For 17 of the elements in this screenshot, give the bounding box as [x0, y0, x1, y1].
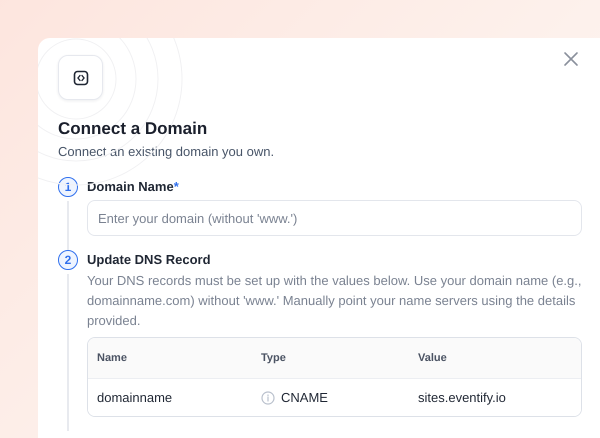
info-icon: [261, 390, 275, 404]
step-number: 2: [58, 250, 78, 270]
table-cell: domainname: [97, 390, 172, 405]
column-header: Type: [260, 352, 287, 364]
table-cell: sites.eventify.io: [418, 390, 506, 405]
domain-input-field[interactable]: Enter your domain (without 'www.'): [87, 200, 582, 236]
dialog-subtitle: Connect an existing domain you own.: [58, 143, 276, 160]
dialog-title: Connect a Domain: [58, 118, 208, 140]
close-icon: [562, 50, 580, 68]
step-title: Domain Name*: [87, 178, 180, 196]
step-description: Your DNS records must be set up with the values below. Use your domain name (e.g., domainname.com) without 'www.' Manually point your name servers using the details provided.: [87, 272, 582, 330]
column-header: Name: [96, 352, 128, 364]
code-icon: [72, 70, 88, 86]
column-header: Value: [417, 352, 448, 364]
table-cell: CNAME: [281, 390, 328, 405]
step-title: Update DNS Record: [87, 251, 212, 269]
close-button[interactable]: [562, 50, 580, 68]
